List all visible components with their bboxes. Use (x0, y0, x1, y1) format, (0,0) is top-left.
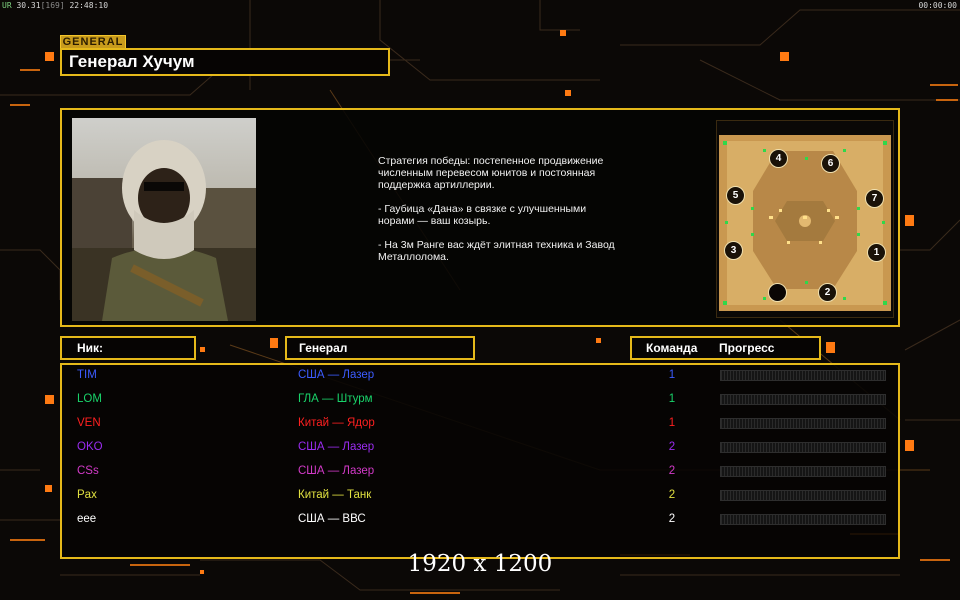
player-team: 1 (668, 393, 676, 405)
table-row: eee США — ВВС 2 (62, 511, 898, 535)
general-tag: GENERAL (60, 35, 126, 49)
player-general: Китай — Танк (298, 489, 372, 501)
player-team: 2 (668, 441, 676, 453)
progress-header-label: Прогресс (719, 341, 775, 355)
player-progress-bar (720, 466, 886, 477)
player-nick: LOM (77, 393, 102, 405)
table-row: OKO США — Лазер 2 (62, 439, 898, 463)
player-progress-bar (720, 490, 886, 501)
player-nick: TIM (77, 369, 97, 381)
player-team: 1 (668, 417, 676, 429)
player-team: 2 (668, 513, 676, 525)
spawn-marker-7[interactable]: 7 (865, 189, 884, 208)
player-team: 2 (668, 465, 676, 477)
spawn-marker-4[interactable]: 4 (769, 149, 788, 168)
table-row: Pax Китай — Танк 2 (62, 487, 898, 511)
minimap[interactable]: 4 6 5 7 3 1 2 (716, 120, 894, 318)
spawn-marker-3[interactable]: 3 (724, 241, 743, 260)
player-nick: eee (77, 513, 97, 525)
strategy-description: Стратегия победы: постепенное продвижени… (378, 155, 615, 263)
spawn-marker-6[interactable]: 6 (821, 154, 840, 173)
player-team: 1 (668, 369, 676, 381)
team-header-label: Команда (646, 341, 698, 355)
player-progress-bar (720, 418, 886, 429)
table-row: LOM ГЛА — Штурм 1 (62, 391, 898, 415)
spawn-marker-1[interactable]: 1 (867, 243, 886, 262)
clock: 22:48:10 (69, 1, 109, 10)
team-progress-column-header: Команда Прогресс (630, 336, 821, 360)
player-nick: Pax (77, 489, 97, 501)
general-column-header: Генерал (285, 336, 475, 360)
player-progress-bar (720, 442, 886, 453)
player-progress-bar (720, 370, 886, 381)
nick-column-header: Ник: (60, 336, 196, 360)
player-progress-bar (720, 514, 886, 525)
player-general: США — Лазер (298, 465, 375, 477)
player-general: США — ВВС (298, 513, 366, 525)
timer: 00:00:00 (918, 1, 957, 10)
general-info-panel: Стратегия победы: постепенное продвижени… (60, 108, 900, 327)
player-general: Китай — Ядор (298, 417, 375, 429)
minimap-image (717, 121, 893, 317)
player-general: США — Лазер (298, 369, 375, 381)
table-row: CSs США — Лазер 2 (62, 463, 898, 487)
spawn-marker-5[interactable]: 5 (726, 186, 745, 205)
player-nick: VEN (77, 417, 101, 429)
player-nick: OKO (77, 441, 103, 453)
fps-value: 30.31 (16, 1, 41, 10)
spawn-marker-2[interactable]: 2 (818, 283, 837, 302)
table-row: TIM США — Лазер 1 (62, 367, 898, 391)
player-progress-bar (720, 394, 886, 405)
resolution-label: 1920 x 1200 (407, 551, 553, 577)
nick-header-label: Ник: (77, 341, 104, 355)
general-name-title: Генерал Хучум (60, 48, 390, 76)
players-table: TIM США — Лазер 1 LOM ГЛА — Штурм 1 VEN … (60, 363, 900, 559)
table-row: VEN Китай — Ядор 1 (62, 415, 898, 439)
general-header-label: Генерал (299, 341, 348, 355)
fps-label: UR (2, 1, 12, 10)
spawn-marker-empty[interactable] (768, 283, 787, 302)
frame-info: [169] (40, 1, 65, 10)
debug-overlay: UR 30.31[169] 22:48:10 (2, 1, 108, 10)
player-team: 2 (668, 489, 676, 501)
portrait-image (72, 140, 256, 321)
player-nick: CSs (77, 465, 99, 477)
player-general: ГЛА — Штурм (298, 393, 373, 405)
player-general: США — Лазер (298, 441, 375, 453)
general-portrait (72, 118, 256, 321)
